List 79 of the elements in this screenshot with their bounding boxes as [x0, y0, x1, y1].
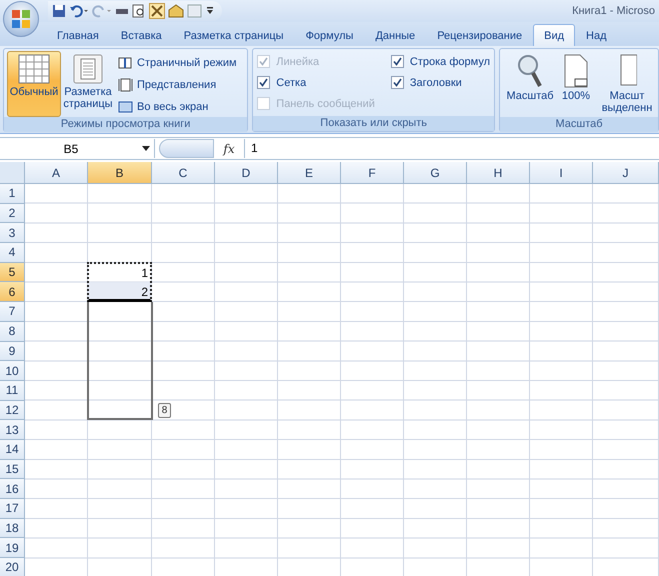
- row-header[interactable]: 7: [0, 302, 25, 322]
- checkbox-option[interactable]: Заголовки: [390, 72, 490, 93]
- row-header[interactable]: 20: [0, 558, 25, 576]
- column-header[interactable]: D: [215, 162, 278, 184]
- grid-icon: [18, 54, 50, 84]
- check-icon: [259, 57, 268, 66]
- ribbon-tab[interactable]: Данные: [364, 24, 426, 46]
- selection-border: [87, 262, 152, 302]
- row-header[interactable]: 2: [0, 204, 25, 224]
- views-icon: [118, 78, 133, 92]
- page-break-icon: [118, 56, 133, 70]
- row-header[interactable]: 19: [0, 538, 25, 558]
- row-header[interactable]: 9: [0, 342, 25, 362]
- row-header[interactable]: 17: [0, 499, 25, 519]
- page-100-icon: [563, 54, 589, 88]
- ribbon-tab[interactable]: Разметка страницы: [172, 24, 295, 46]
- page-icon: [72, 54, 104, 84]
- column-header[interactable]: E: [278, 162, 341, 184]
- row-header[interactable]: 5: [0, 262, 25, 282]
- row-header[interactable]: 3: [0, 223, 25, 244]
- zoom-button[interactable]: Масштаб: [503, 51, 557, 117]
- group-label: Масштаб: [500, 117, 658, 132]
- row-header[interactable]: 1: [0, 184, 25, 204]
- view-button[interactable]: Разметка страницы: [61, 51, 115, 117]
- window-title: Книга1 - Microso: [572, 5, 655, 17]
- row-header[interactable]: 14: [0, 440, 25, 460]
- ribbon-tab[interactable]: Рецензирование: [426, 24, 534, 46]
- name-box[interactable]: B5: [0, 139, 155, 158]
- row-header[interactable]: 4: [0, 243, 25, 263]
- view-button[interactable]: Страничный режим: [115, 53, 240, 72]
- row-header[interactable]: 16: [0, 479, 25, 499]
- fullscreen-icon: [118, 100, 133, 114]
- formula-field[interactable]: 1: [244, 139, 659, 158]
- autofill-tip: 8: [158, 402, 171, 418]
- row-header[interactable]: 6: [0, 282, 25, 302]
- checkbox[interactable]: [390, 76, 404, 89]
- magnifier-icon: [516, 54, 544, 88]
- row-header[interactable]: 18: [0, 518, 25, 538]
- row-header[interactable]: 11: [0, 380, 25, 401]
- ribbon-tab[interactable]: Над: [575, 24, 618, 46]
- zoom-button[interactable]: Масшт выделенн: [599, 51, 655, 117]
- checkbox[interactable]: [390, 55, 404, 68]
- print-preview-icon[interactable]: [132, 4, 146, 18]
- checkbox-option[interactable]: Сетка: [257, 72, 375, 93]
- column-header[interactable]: F: [341, 162, 404, 184]
- checkbox-option[interactable]: Строка формул: [390, 51, 490, 72]
- table-cell-text: 1: [140, 264, 149, 282]
- row-header[interactable]: 15: [0, 460, 25, 480]
- ribbon-tab[interactable]: Вставка: [110, 24, 173, 46]
- column-header[interactable]: G: [404, 162, 467, 184]
- check-icon: [259, 78, 268, 87]
- row-header[interactable]: 12: [0, 400, 25, 420]
- check-icon: [392, 78, 402, 87]
- column-header[interactable]: A: [25, 162, 88, 184]
- column-header[interactable]: C: [152, 162, 215, 184]
- group-label: Показать или скрыть: [253, 116, 494, 131]
- column-header[interactable]: J: [593, 162, 659, 184]
- row-header[interactable]: 8: [0, 322, 25, 342]
- checkbox[interactable]: [257, 76, 270, 89]
- save-icon[interactable]: [52, 4, 66, 18]
- office-button[interactable]: [3, 1, 39, 37]
- insert-function-button[interactable]: fx: [214, 142, 244, 156]
- undo-icon[interactable]: [69, 4, 89, 18]
- view-button[interactable]: Обычный: [7, 51, 61, 117]
- view-button[interactable]: Представления: [115, 75, 240, 94]
- column-header[interactable]: B: [88, 162, 152, 184]
- ribbon-tab[interactable]: Формулы: [294, 24, 364, 46]
- check-icon: [392, 57, 402, 66]
- row-header[interactable]: 13: [0, 420, 25, 440]
- column-header[interactable]: I: [530, 162, 593, 184]
- zoom-button[interactable]: 100%: [557, 51, 595, 117]
- ribbon-tab[interactable]: Вид: [533, 24, 576, 46]
- customize-icon[interactable]: [206, 6, 214, 16]
- group-label: Режимы просмотра книги: [4, 117, 248, 132]
- squares-icon: [11, 9, 31, 29]
- ribbon-tab[interactable]: Главная: [46, 24, 110, 46]
- column-header[interactable]: H: [467, 162, 530, 184]
- view-button[interactable]: Во весь экран: [115, 97, 240, 116]
- row-header[interactable]: 10: [0, 361, 25, 381]
